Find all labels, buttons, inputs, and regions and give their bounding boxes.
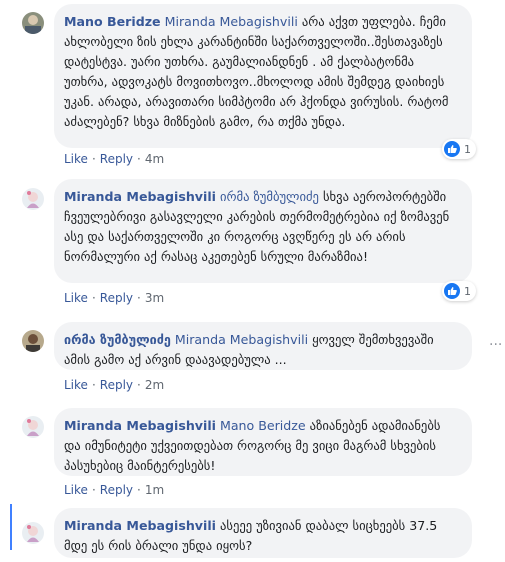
like-button[interactable]: Like — [64, 378, 88, 392]
avatar-miranda-mebagishvili[interactable] — [22, 522, 44, 544]
comment-author[interactable]: ირმა ზუმბულიძე — [64, 332, 171, 347]
comment-time[interactable]: 1m — [145, 483, 164, 497]
reply-button[interactable]: Reply — [100, 483, 133, 497]
reply-button[interactable]: Reply — [100, 291, 133, 305]
mention-tag[interactable]: ირმა ზუმბულიძე — [220, 189, 319, 204]
reply-button[interactable]: Reply — [100, 378, 133, 392]
comment-author[interactable]: Miranda Mebagishvili — [64, 518, 216, 533]
more-options-icon[interactable]: ··· — [489, 338, 502, 352]
avatar-miranda-mebagishvili[interactable] — [22, 416, 44, 438]
reaction-number: 1 — [464, 284, 471, 298]
avatar-mano-beridze[interactable] — [22, 12, 44, 34]
avatar-miranda-mebagishvili[interactable] — [22, 188, 44, 210]
like-button[interactable]: Like — [64, 152, 88, 166]
comment-time[interactable]: 3m — [145, 291, 164, 305]
avatar-irma-zumbulidze[interactable] — [22, 330, 44, 352]
comment-bubble: Miranda Mebagishvili Mano Beridze აზიანებე… — [54, 408, 472, 476]
reaction-count[interactable]: 1 — [442, 281, 476, 301]
comment-bubble: Miranda Mebagishvili ირმა ზუმბულიძე სხვა ა… — [54, 179, 472, 283]
comment-bubble: ირმა ზუმბულიძე Miranda Mebagishvili ყოველ … — [54, 322, 472, 370]
thread-indicator — [10, 504, 12, 550]
mention-tag[interactable]: Miranda Mebagishvili — [165, 14, 298, 29]
like-button[interactable]: Like — [64, 483, 88, 497]
comment-author[interactable]: Miranda Mebagishvili — [64, 418, 216, 433]
comment-bubble: Mano Beridze Miranda Mebagishvili არა აქვთ… — [54, 4, 472, 148]
comment-author[interactable]: Mano Beridze — [64, 14, 161, 29]
comment-time[interactable]: 2m — [145, 378, 164, 392]
comment-actions: Like · Reply · 4m — [64, 152, 165, 166]
comment-actions: Like · Reply · 2m — [64, 378, 165, 392]
reply-button[interactable]: Reply — [100, 152, 133, 166]
like-reaction-icon — [444, 283, 460, 299]
comment-bubble: Miranda Mebagishvili ასეეე უზივიან დაბალ … — [54, 508, 472, 558]
reaction-number: 1 — [464, 142, 471, 156]
comment-text: არა აქვთ უფლება. ჩემი ახლობელი ზის ეხლა … — [64, 14, 449, 129]
like-button[interactable]: Like — [64, 291, 88, 305]
comment-author[interactable]: Miranda Mebagishvili — [64, 189, 216, 204]
comment-actions: Like · Reply · 3m — [64, 291, 165, 305]
mention-tag[interactable]: Mano Beridze — [220, 418, 306, 433]
mention-tag[interactable]: Miranda Mebagishvili — [175, 332, 308, 347]
comment-actions: Like · Reply · 1m — [64, 483, 165, 497]
comment-time[interactable]: 4m — [145, 152, 164, 166]
like-reaction-icon — [444, 141, 460, 157]
reaction-count[interactable]: 1 — [442, 139, 476, 159]
